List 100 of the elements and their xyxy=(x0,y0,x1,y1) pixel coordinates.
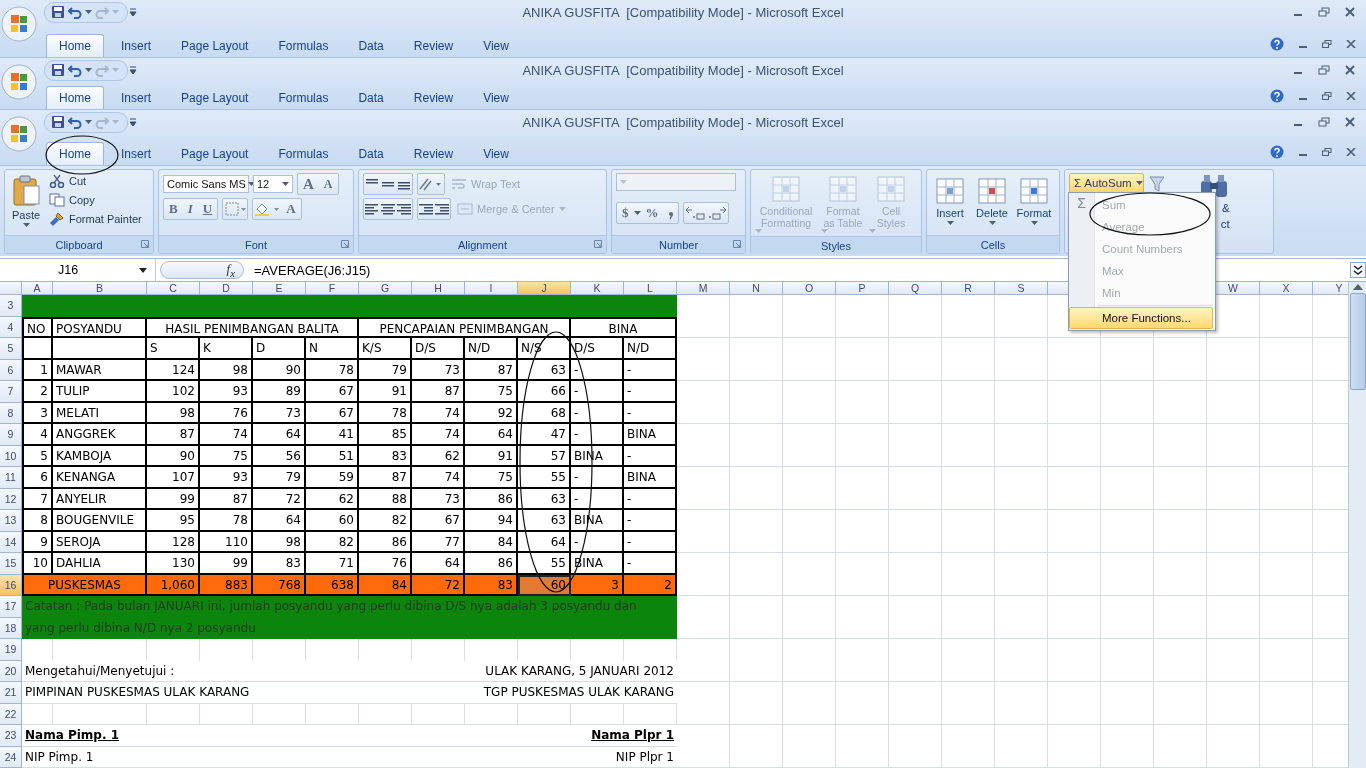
row-header[interactable]: 3 xyxy=(0,295,22,317)
row-header[interactable]: 4 xyxy=(0,316,22,338)
ribbon-tab[interactable]: View xyxy=(470,86,522,109)
insert-function-button[interactable]: f$_{x}$ xyxy=(160,261,244,279)
dialog-launcher-icon[interactable] xyxy=(341,240,349,248)
row-header[interactable]: 7 xyxy=(0,381,22,403)
row-header[interactable]: 8 xyxy=(0,402,22,424)
close-icon[interactable] xyxy=(1344,117,1356,127)
column-header[interactable]: Q xyxy=(889,282,942,295)
expand-icon[interactable] xyxy=(1350,262,1366,278)
column-header[interactable]: G xyxy=(359,282,412,295)
column-header[interactable]: C xyxy=(147,282,200,295)
ribbon-tab[interactable]: Home xyxy=(46,86,104,109)
save-icon[interactable] xyxy=(51,63,65,77)
scrollbar-thumb[interactable] xyxy=(1349,293,1366,390)
ribbon-tab[interactable]: Review xyxy=(400,34,467,57)
autosum-button[interactable]: Σ AutoSum xyxy=(1069,173,1144,193)
row-header[interactable]: 15 xyxy=(0,553,22,575)
app-menu-button[interactable] xyxy=(1,116,37,152)
ribbon-tab[interactable]: Page Layout xyxy=(168,34,262,57)
column-header[interactable]: I xyxy=(465,282,518,295)
align-left-icon[interactable] xyxy=(364,202,380,216)
ribbon-tab[interactable]: Formulas xyxy=(265,86,342,109)
ribbon-tab[interactable]: Insert xyxy=(108,142,165,165)
row-header[interactable]: 5 xyxy=(0,338,22,360)
row-header[interactable]: 6 xyxy=(0,359,22,381)
scrollbar[interactable] xyxy=(1348,282,1366,768)
caret-icon[interactable] xyxy=(139,267,147,273)
format-cells-icon[interactable] xyxy=(1018,175,1050,205)
row-header[interactable]: 9 xyxy=(0,424,22,446)
row-header[interactable]: 18 xyxy=(0,617,22,639)
app-menu-button[interactable] xyxy=(1,6,37,42)
orientation-icon[interactable] xyxy=(418,177,444,191)
row-header[interactable]: 12 xyxy=(0,488,22,510)
column-header[interactable]: A xyxy=(22,282,53,295)
row-header[interactable]: 21 xyxy=(0,682,22,704)
column-header[interactable]: B xyxy=(53,282,147,295)
dialog-launcher-icon[interactable] xyxy=(594,240,602,248)
row-header[interactable]: 16 xyxy=(0,574,22,596)
ribbon-tab[interactable]: Insert xyxy=(108,86,165,109)
font-size-field[interactable]: 12 xyxy=(253,175,293,193)
help-icon[interactable] xyxy=(1270,37,1284,51)
paste-button[interactable]: Paste xyxy=(9,173,43,229)
undo-icon[interactable] xyxy=(68,5,82,19)
ribbon-tab[interactable]: Formulas xyxy=(265,142,342,165)
customize-toolbar-icon[interactable] xyxy=(128,117,138,127)
ribbon-tab[interactable]: View xyxy=(470,142,522,165)
increase-decimal-icon[interactable] xyxy=(683,205,706,221)
dialog-launcher-icon[interactable] xyxy=(141,240,149,248)
ribbon-tab[interactable]: Review xyxy=(400,142,467,165)
row-header[interactable]: 22 xyxy=(0,703,22,725)
ribbon-tab[interactable]: Insert xyxy=(108,34,165,57)
row-header[interactable]: 17 xyxy=(0,596,22,618)
column-header[interactable]: F xyxy=(306,282,359,295)
align-right-icon[interactable] xyxy=(396,202,412,216)
clipboard-button[interactable]: Cut xyxy=(47,173,144,189)
row-header[interactable]: 19 xyxy=(0,639,22,661)
name-box[interactable]: J16 xyxy=(0,259,156,281)
scroll-up-icon[interactable] xyxy=(1352,284,1363,290)
dialog-launcher-icon[interactable] xyxy=(733,240,741,248)
shrink-font-button[interactable]: A xyxy=(318,175,338,193)
restore-icon[interactable] xyxy=(1322,40,1332,48)
column-header[interactable]: Y xyxy=(1313,282,1348,295)
undo-icon[interactable] xyxy=(68,63,82,77)
italic-button[interactable]: I xyxy=(182,200,198,218)
help-icon[interactable] xyxy=(1270,89,1284,103)
align-center-icon[interactable] xyxy=(380,202,396,216)
cells-button[interactable]: Insert xyxy=(931,173,969,227)
ribbon-tab[interactable]: Page Layout xyxy=(168,86,262,109)
column-header[interactable]: N xyxy=(730,282,783,295)
cells-button[interactable]: Delete xyxy=(973,173,1011,227)
restore-icon[interactable] xyxy=(1318,117,1330,127)
close-icon[interactable] xyxy=(1344,7,1356,17)
close-icon[interactable] xyxy=(1346,92,1356,100)
fill-color-icon[interactable] xyxy=(253,201,282,217)
close-icon[interactable] xyxy=(1346,40,1356,48)
app-menu-button[interactable] xyxy=(1,64,37,100)
ribbon-tab[interactable]: Review xyxy=(400,86,467,109)
ribbon-tab[interactable]: Page Layout xyxy=(168,142,262,165)
restore-icon[interactable] xyxy=(1322,148,1332,156)
ribbon-tab[interactable]: Home xyxy=(46,142,104,165)
restore-icon[interactable] xyxy=(1322,92,1332,100)
ribbon-tab[interactable]: View xyxy=(470,34,522,57)
decrease-indent-icon[interactable] xyxy=(418,202,434,216)
column-header[interactable]: O xyxy=(783,282,836,295)
column-header[interactable]: R xyxy=(942,282,995,295)
restore-icon[interactable] xyxy=(1318,65,1330,75)
column-header[interactable]: H xyxy=(412,282,465,295)
row-header[interactable]: 20 xyxy=(0,660,22,682)
close-icon[interactable] xyxy=(1344,65,1356,75)
ribbon-tab[interactable]: Data xyxy=(345,142,397,165)
clipboard-button[interactable]: Copy xyxy=(47,192,144,208)
column-header[interactable]: P xyxy=(836,282,889,295)
bold-button[interactable]: B xyxy=(164,200,183,218)
undo-icon[interactable] xyxy=(68,115,82,129)
ribbon-tab[interactable]: Home xyxy=(46,34,104,57)
row-header[interactable]: 10 xyxy=(0,445,22,467)
formula-field[interactable]: =AVERAGE(J6:J15) xyxy=(248,262,371,278)
column-header[interactable]: J xyxy=(518,282,571,295)
ribbon-tab[interactable]: Data xyxy=(345,86,397,109)
